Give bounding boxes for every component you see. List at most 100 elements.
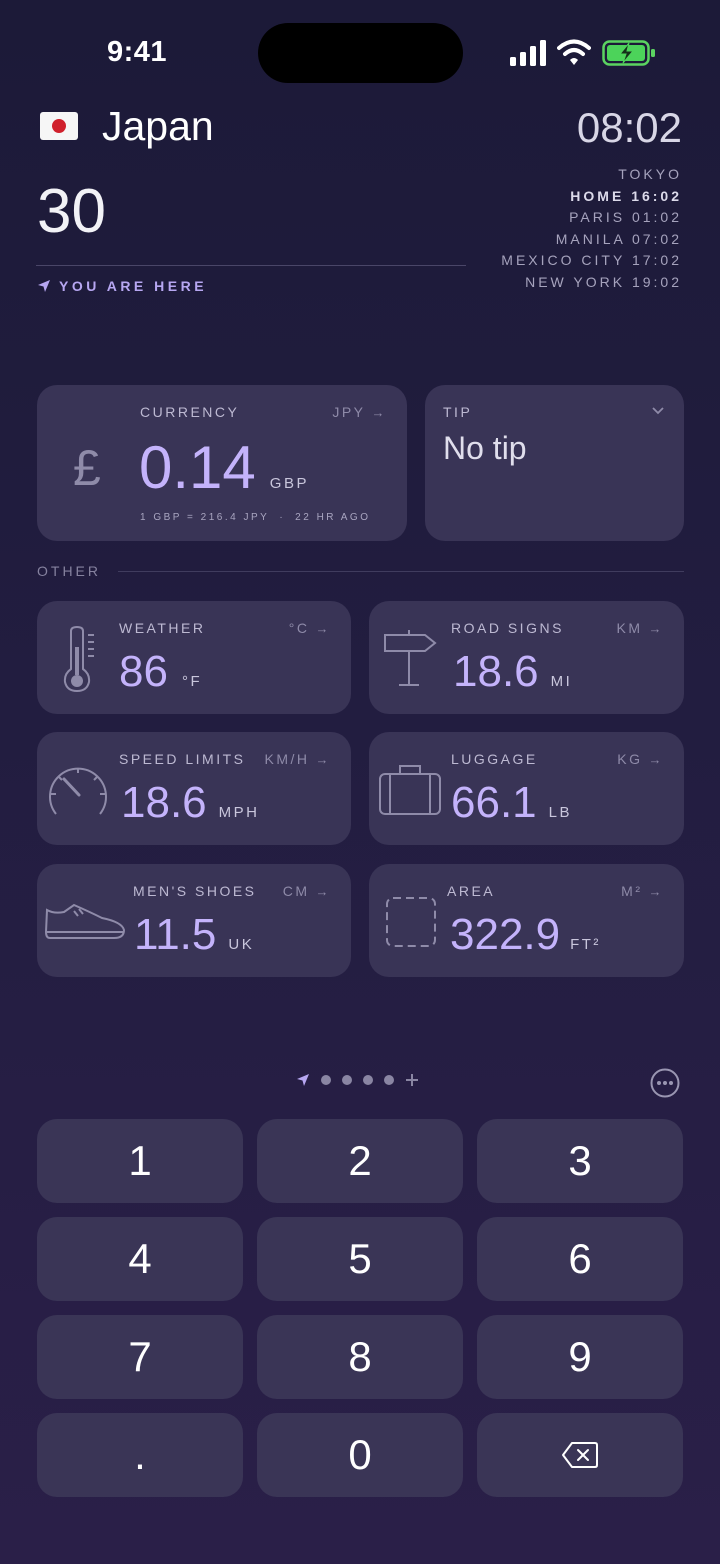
tip-label: TIP <box>443 404 473 420</box>
input-amount[interactable]: 30 <box>37 176 106 247</box>
mens-shoes-to-unit: UK <box>228 936 255 953</box>
currency-card[interactable]: £ CURRENCY JPY → 0.14 GBP 1 GBP = 216.4 J… <box>37 385 407 541</box>
more-options-icon[interactable] <box>650 1068 680 1098</box>
currency-to-unit: GBP <box>269 475 309 492</box>
key-3[interactable]: 3 <box>477 1119 683 1203</box>
arrow-right-icon: → <box>315 620 331 636</box>
zone-mexico-city: MEXICO CITY 17:02 <box>501 252 682 268</box>
arrow-right-icon: → <box>315 751 331 767</box>
zone-home: HOME 16:02 <box>570 187 682 204</box>
zone-new-york: NEW YORK 19:02 <box>525 273 682 290</box>
speedometer-icon <box>49 767 107 815</box>
speed-limits-from-unit[interactable]: KM/H → <box>265 751 332 767</box>
shoe-icon <box>44 903 126 939</box>
speed-limits-value-row: 18.6 MPH <box>121 778 259 828</box>
luggage-from-unit[interactable]: KG → <box>617 751 664 767</box>
mens-shoes-from-unit[interactable]: CM → <box>283 883 331 899</box>
suitcase-icon <box>379 765 441 815</box>
page-indicator[interactable] <box>296 1073 419 1087</box>
weather-from-unit[interactable]: °C → <box>289 620 331 636</box>
key-8[interactable]: 8 <box>257 1315 463 1399</box>
weather-value: 86 <box>119 647 168 696</box>
speed-limits-to-unit: MPH <box>218 804 260 821</box>
location-page-icon[interactable] <box>296 1073 310 1087</box>
japan-flag-icon <box>40 112 78 140</box>
page-dot[interactable] <box>342 1075 352 1085</box>
arrow-right-icon: → <box>648 883 664 899</box>
key-6[interactable]: 6 <box>477 1217 683 1301</box>
arrow-right-icon: → <box>648 751 664 767</box>
tip-value: No tip <box>443 430 527 466</box>
key-4[interactable]: 4 <box>37 1217 243 1301</box>
mens-shoes-label: MEN'S SHOES <box>133 883 257 899</box>
cellular-signal-icon <box>510 40 546 66</box>
luggage-value: 66.1 <box>451 778 537 827</box>
area-value: 322.9 <box>450 910 561 959</box>
area-icon <box>386 897 436 947</box>
key-7[interactable]: 7 <box>37 1315 243 1399</box>
key-0[interactable]: 0 <box>257 1413 463 1497</box>
dynamic-island <box>258 23 463 83</box>
arrow-right-icon: → <box>371 404 387 420</box>
time-zones: TOKYO HOME 16:02 PARIS 01:02 MANILA 07:0… <box>501 164 682 293</box>
chevron-down-icon[interactable] <box>652 407 664 415</box>
currency-value: 0.14 <box>139 434 256 501</box>
other-divider <box>118 571 684 572</box>
page-dot[interactable] <box>321 1075 331 1085</box>
arrow-right-icon: → <box>648 620 664 636</box>
road-signs-from-unit[interactable]: KM → <box>617 620 665 636</box>
area-card[interactable]: AREA M² → 322.9 FT² <box>369 864 684 977</box>
mens-shoes-card[interactable]: MEN'S SHOES CM → 11.5 UK <box>37 864 351 977</box>
you-are-here: YOU ARE HERE <box>37 278 207 294</box>
speed-limits-label: SPEED LIMITS <box>119 751 246 767</box>
weather-card[interactable]: WEATHER °C → 86 °F <box>37 601 351 714</box>
key-backspace[interactable] <box>477 1413 683 1497</box>
signpost-icon <box>384 630 437 686</box>
currency-value-row: 0.14 GBP <box>139 433 309 502</box>
key-1[interactable]: 1 <box>37 1119 243 1203</box>
pound-icon: £ <box>73 440 101 496</box>
key-decimal[interactable]: . <box>37 1413 243 1497</box>
page-dot[interactable] <box>384 1075 394 1085</box>
status-time: 9:41 <box>107 36 168 68</box>
thermometer-icon <box>63 625 94 693</box>
area-from-unit[interactable]: M² → <box>621 883 664 899</box>
zone-paris: PARIS 01:02 <box>569 209 682 225</box>
mens-shoes-value: 11.5 <box>134 910 217 959</box>
key-2[interactable]: 2 <box>257 1119 463 1203</box>
area-value-row: 322.9 FT² <box>450 910 601 960</box>
wifi-icon <box>557 39 591 65</box>
area-to-unit: FT² <box>570 936 601 953</box>
location-arrow-icon <box>38 280 50 292</box>
plus-icon[interactable] <box>405 1073 419 1087</box>
road-signs-to-unit: MI <box>550 673 573 690</box>
key-5[interactable]: 5 <box>257 1217 463 1301</box>
key-9[interactable]: 9 <box>477 1315 683 1399</box>
speed-limits-card[interactable]: SPEED LIMITS KM/H → 18.6 MPH <box>37 732 351 845</box>
zone-manila: MANILA 07:02 <box>555 230 682 247</box>
tip-card[interactable]: TIP No tip <box>425 385 684 541</box>
speed-limits-value: 18.6 <box>121 778 207 827</box>
road-signs-value: 18.6 <box>453 647 539 696</box>
road-signs-value-row: 18.6 MI <box>453 647 572 697</box>
mens-shoes-value-row: 11.5 UK <box>134 910 254 960</box>
road-signs-label: ROAD SIGNS <box>451 620 564 636</box>
weather-label: WEATHER <box>119 620 206 636</box>
page-dot[interactable] <box>363 1075 373 1085</box>
local-time: 08:02 <box>576 104 682 151</box>
backspace-icon <box>562 1442 598 1468</box>
you-are-here-label: YOU ARE HERE <box>59 278 208 294</box>
area-label: AREA <box>447 883 496 899</box>
luggage-label: LUGGAGE <box>451 751 538 767</box>
luggage-card[interactable]: LUGGAGE KG → 66.1 LB <box>369 732 684 845</box>
currency-rate: 1 GBP = 216.4 JPY · 22 HR AGO <box>140 512 371 523</box>
battery-charging-icon <box>602 40 655 66</box>
currency-from-unit[interactable]: JPY → <box>332 404 387 420</box>
other-section-label: OTHER <box>37 563 101 579</box>
road-signs-card[interactable]: ROAD SIGNS KM → 18.6 MI <box>369 601 684 714</box>
weather-value-row: 86 °F <box>119 647 202 697</box>
luggage-value-row: 66.1 LB <box>451 778 572 828</box>
current-city: TOKYO <box>618 166 682 182</box>
arrow-right-icon: → <box>315 883 331 899</box>
country-name[interactable]: Japan <box>102 103 214 150</box>
